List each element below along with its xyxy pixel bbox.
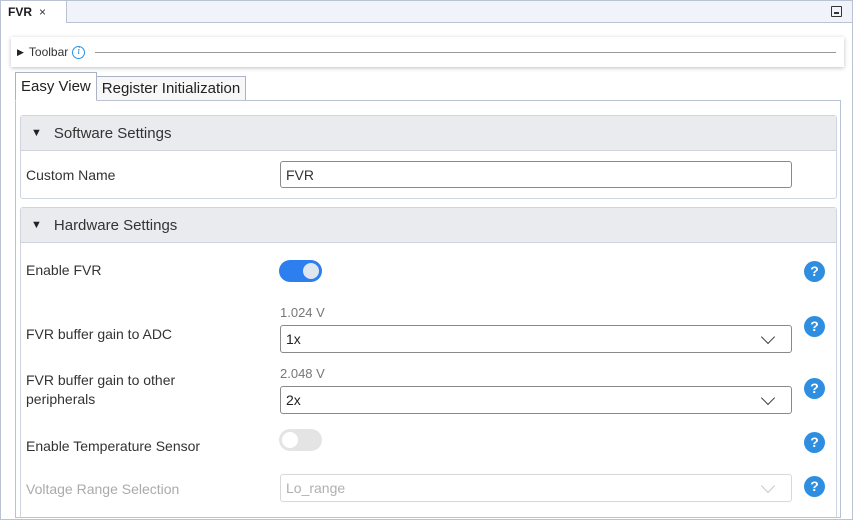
voltage-range-value: Lo_range <box>286 480 346 496</box>
info-icon[interactable]: i <box>72 45 86 59</box>
hardware-settings-title: Hardware Settings <box>53 216 178 234</box>
close-icon[interactable]: × <box>39 5 46 19</box>
voltage-range-select: Lo_range <box>280 474 792 502</box>
toggle-knob <box>282 432 298 448</box>
software-settings-section: ▼ Software Settings Custom Name FVR <box>20 115 837 199</box>
periph-gain-select[interactable]: 2x <box>280 386 792 414</box>
software-settings-header[interactable]: ▼ Software Settings <box>21 116 836 151</box>
periph-gain-label-line1: FVR buffer gain to other <box>26 372 176 388</box>
software-settings-title: Software Settings <box>53 124 172 142</box>
periph-gain-value: 2x <box>286 392 301 408</box>
collapse-triangle-icon: ▼ <box>31 219 42 231</box>
chevron-down-icon <box>760 390 776 406</box>
adc-gain-label: FVR buffer gain to ADC <box>26 326 173 342</box>
toolbar-collapsible[interactable]: ▶ Toolbar i <box>11 37 844 67</box>
periph-gain-hint: 2.048 V <box>280 366 325 381</box>
tab-register-initialization[interactable]: Register Initialization <box>96 76 247 101</box>
hardware-settings-header[interactable]: ▼ Hardware Settings <box>21 208 836 243</box>
temp-sensor-label: Enable Temperature Sensor <box>26 438 201 454</box>
editor-content: ▶ Toolbar i Easy View Register Initializ… <box>0 23 853 520</box>
voltage-range-label: Voltage Range Selection <box>26 481 180 497</box>
adc-gain-value: 1x <box>286 331 301 347</box>
help-icon[interactable]: ? <box>804 378 825 399</box>
periph-gain-label-line2: peripherals <box>26 391 96 407</box>
toolbar-divider <box>95 51 836 53</box>
help-icon[interactable]: ? <box>804 261 825 282</box>
help-icon[interactable]: ? <box>804 316 825 337</box>
tab-easy-view[interactable]: Easy View <box>15 72 97 101</box>
enable-fvr-toggle[interactable] <box>279 260 322 282</box>
adc-gain-hint: 1.024 V <box>280 305 325 320</box>
help-icon[interactable]: ? <box>804 476 825 497</box>
custom-name-input[interactable]: FVR <box>280 161 792 188</box>
periph-gain-label: FVR buffer gain to other peripherals <box>26 371 175 409</box>
enable-fvr-label: Enable FVR <box>26 262 102 278</box>
editor-tab-fvr[interactable]: FVR × <box>1 1 67 23</box>
toolbar-label: Toolbar <box>28 45 69 59</box>
adc-gain-select[interactable]: 1x <box>280 325 792 353</box>
custom-name-label: Custom Name <box>26 167 116 183</box>
help-icon[interactable]: ? <box>804 432 825 453</box>
chevron-down-icon <box>760 478 776 494</box>
collapse-triangle-icon: ▼ <box>31 127 42 139</box>
view-tabs: Easy View Register Initialization <box>15 72 247 101</box>
chevron-down-icon <box>760 329 776 345</box>
temp-sensor-toggle[interactable] <box>279 429 322 451</box>
editor-tab-title: FVR <box>8 5 32 19</box>
hardware-settings-section: ▼ Hardware Settings Enable FVR ? 1.024 V… <box>20 207 837 519</box>
minimize-icon[interactable] <box>831 6 842 17</box>
easy-view-panel: ▼ Software Settings Custom Name FVR ▼ Ha… <box>15 100 841 519</box>
editor-tab-bar: FVR × <box>0 0 853 23</box>
toggle-knob <box>303 263 319 279</box>
expand-triangle-icon[interactable]: ▶ <box>17 47 24 58</box>
